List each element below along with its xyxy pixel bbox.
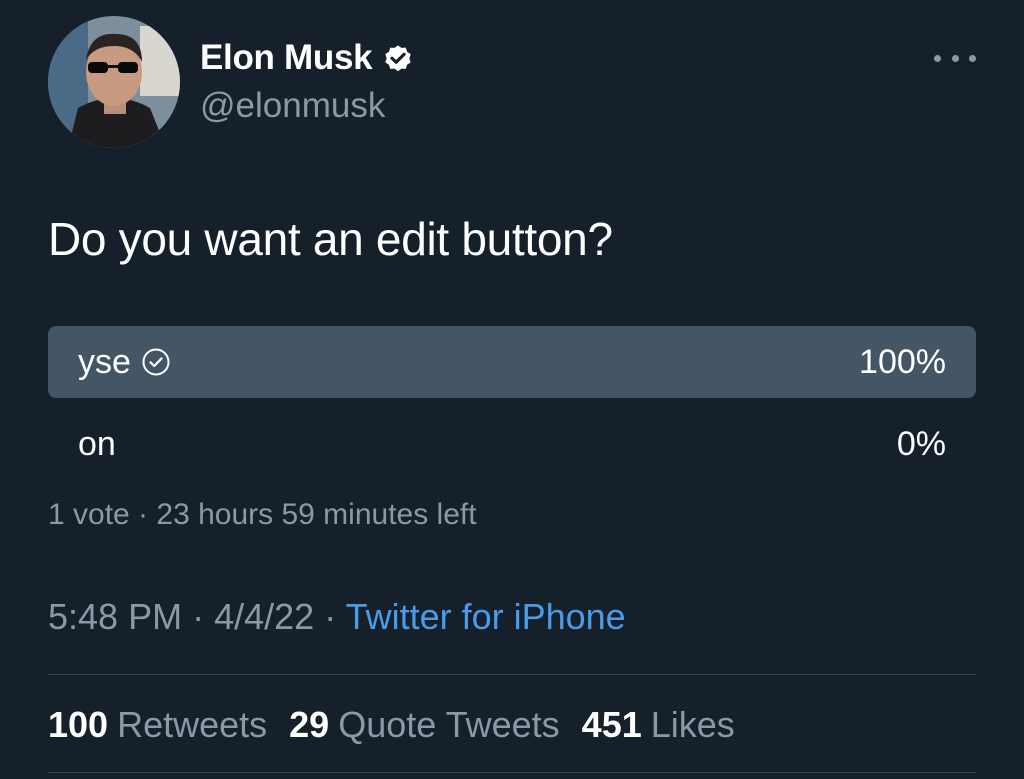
- likes-stat[interactable]: 451 Likes: [582, 704, 735, 746]
- separator: ·: [324, 596, 337, 637]
- display-name[interactable]: Elon Musk: [200, 38, 373, 78]
- check-circle-icon: [141, 347, 171, 377]
- tweet-text: Do you want an edit button?: [48, 213, 613, 265]
- divider: [48, 772, 976, 773]
- verified-badge-icon: [382, 42, 414, 74]
- poll-option-2: on 0%: [48, 408, 976, 480]
- poll-option-percent: 100%: [859, 342, 946, 381]
- poll-option-1: yse 100%: [48, 326, 976, 398]
- avatar[interactable]: [48, 16, 180, 148]
- retweets-stat[interactable]: 100 Retweets: [48, 704, 267, 746]
- quote-tweets-stat[interactable]: 29 Quote Tweets: [289, 704, 560, 746]
- more-options-icon[interactable]: [934, 48, 976, 68]
- tweet-date[interactable]: 4/4/22: [214, 596, 314, 637]
- poll-bar-1: [48, 326, 976, 398]
- poll-option-label: on: [78, 424, 116, 463]
- retweets-count: 100: [48, 704, 109, 745]
- source-link[interactable]: Twitter for iPhone: [346, 596, 626, 637]
- quote-tweets-label: Quote Tweets: [338, 704, 560, 745]
- quote-tweets-count: 29: [289, 704, 330, 745]
- divider: [48, 674, 976, 675]
- author-row: Elon Musk: [200, 38, 414, 78]
- poll-meta: 1 vote · 23 hours 59 minutes left: [48, 498, 477, 531]
- tweet-time[interactable]: 5:48 PM: [48, 596, 182, 637]
- tweet: Elon Musk @elonmusk Do you want an edit …: [0, 0, 1024, 779]
- handle[interactable]: @elonmusk: [200, 86, 385, 126]
- likes-label: Likes: [650, 704, 735, 745]
- poll-option-label: yse: [78, 342, 131, 381]
- likes-count: 451: [581, 704, 642, 745]
- stats-row: 100 Retweets 29 Quote Tweets 451 Likes: [48, 704, 735, 746]
- separator: ·: [192, 596, 205, 637]
- poll-option-percent: 0%: [896, 424, 946, 463]
- retweets-label: Retweets: [117, 704, 268, 745]
- timestamp-row: 5:48 PM · 4/4/22 · Twitter for iPhone: [48, 596, 626, 638]
